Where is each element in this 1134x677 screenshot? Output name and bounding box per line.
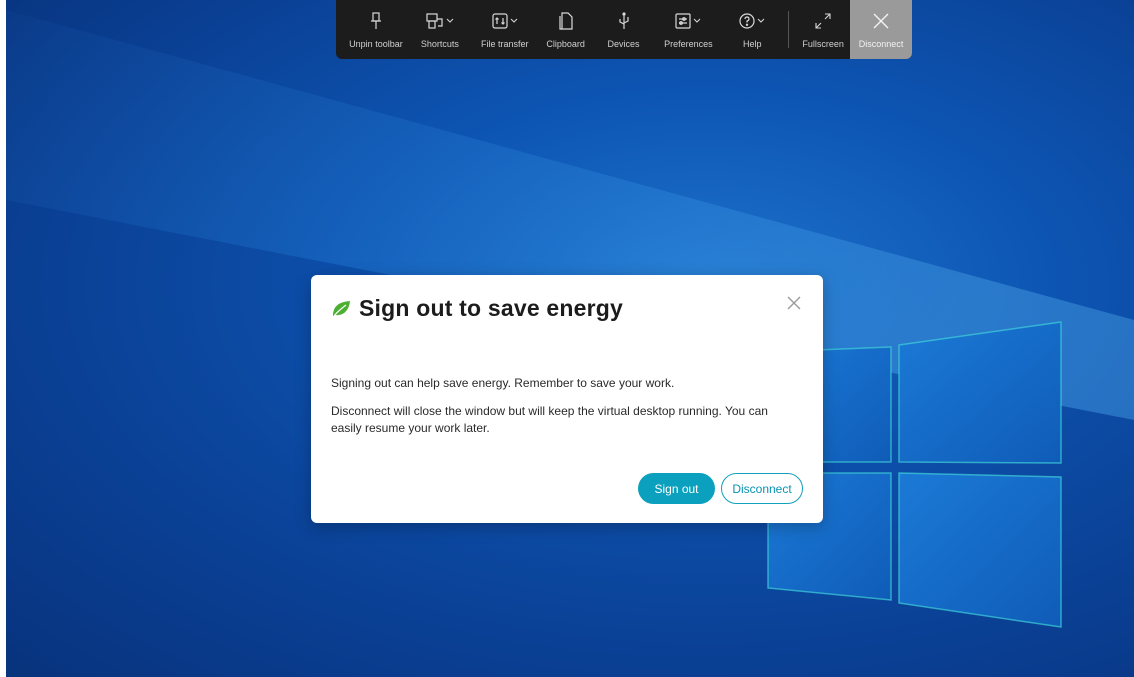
toolbar-divider: [788, 11, 790, 48]
chevron-down-icon: [510, 18, 518, 23]
file-transfer-icon: [492, 13, 508, 29]
sign-out-button[interactable]: Sign out: [638, 473, 715, 504]
chevron-down-icon: [757, 18, 765, 23]
toolbar-disconnect-button[interactable]: Disconnect: [850, 0, 913, 59]
clipboard-button[interactable]: Clipboard: [538, 0, 594, 59]
dialog-close-button[interactable]: [785, 294, 803, 312]
toolbar-label: Devices: [607, 39, 640, 49]
dialog-title: Sign out to save energy: [359, 295, 624, 321]
disconnect-button[interactable]: Disconnect: [721, 473, 803, 504]
help-button[interactable]: Help: [723, 0, 781, 59]
dialog-header: Sign out to save energy: [331, 295, 623, 322]
sign-out-dialog: Sign out to save energy Signing out can …: [311, 275, 823, 523]
shortcuts-button[interactable]: Shortcuts: [408, 0, 472, 59]
preferences-button[interactable]: Preferences: [653, 0, 723, 59]
usb-icon: [618, 12, 629, 29]
dialog-message: Disconnect will close the window but wil…: [331, 404, 768, 435]
toolbar-label: Clipboard: [546, 39, 585, 49]
leaf-icon: [333, 300, 350, 316]
toolbar-label: Disconnect: [858, 39, 904, 49]
dialog-message: Signing out can help save energy. Rememb…: [331, 376, 675, 390]
toolbar-label: File transfer: [480, 39, 529, 49]
toolbar-label: Fullscreen: [802, 39, 844, 49]
toolbar-label: Preferences: [664, 39, 713, 49]
close-icon: [787, 296, 801, 310]
toolbar-label: Shortcuts: [420, 39, 459, 49]
chevron-down-icon: [446, 18, 454, 23]
pin-icon: [370, 12, 381, 29]
fullscreen-button[interactable]: Fullscreen: [796, 0, 850, 59]
close-icon: [873, 13, 889, 29]
file-transfer-button[interactable]: File transfer: [472, 0, 538, 59]
remote-desktop: Unpin toolbar Shortcuts File transfer Cl…: [6, 0, 1134, 677]
toolbar-label: Unpin toolbar: [349, 39, 403, 49]
shortcuts-icon: [426, 13, 443, 29]
devices-button[interactable]: Devices: [594, 0, 654, 59]
unpin-toolbar-button[interactable]: Unpin toolbar: [344, 0, 408, 59]
chevron-down-icon: [694, 18, 701, 23]
fullscreen-icon: [815, 13, 831, 29]
clipboard-icon: [559, 12, 573, 30]
session-toolbar: Unpin toolbar Shortcuts File transfer Cl…: [336, 0, 913, 59]
toolbar-label: Help: [743, 39, 762, 49]
help-icon: [739, 13, 755, 29]
preferences-icon: [675, 13, 691, 29]
